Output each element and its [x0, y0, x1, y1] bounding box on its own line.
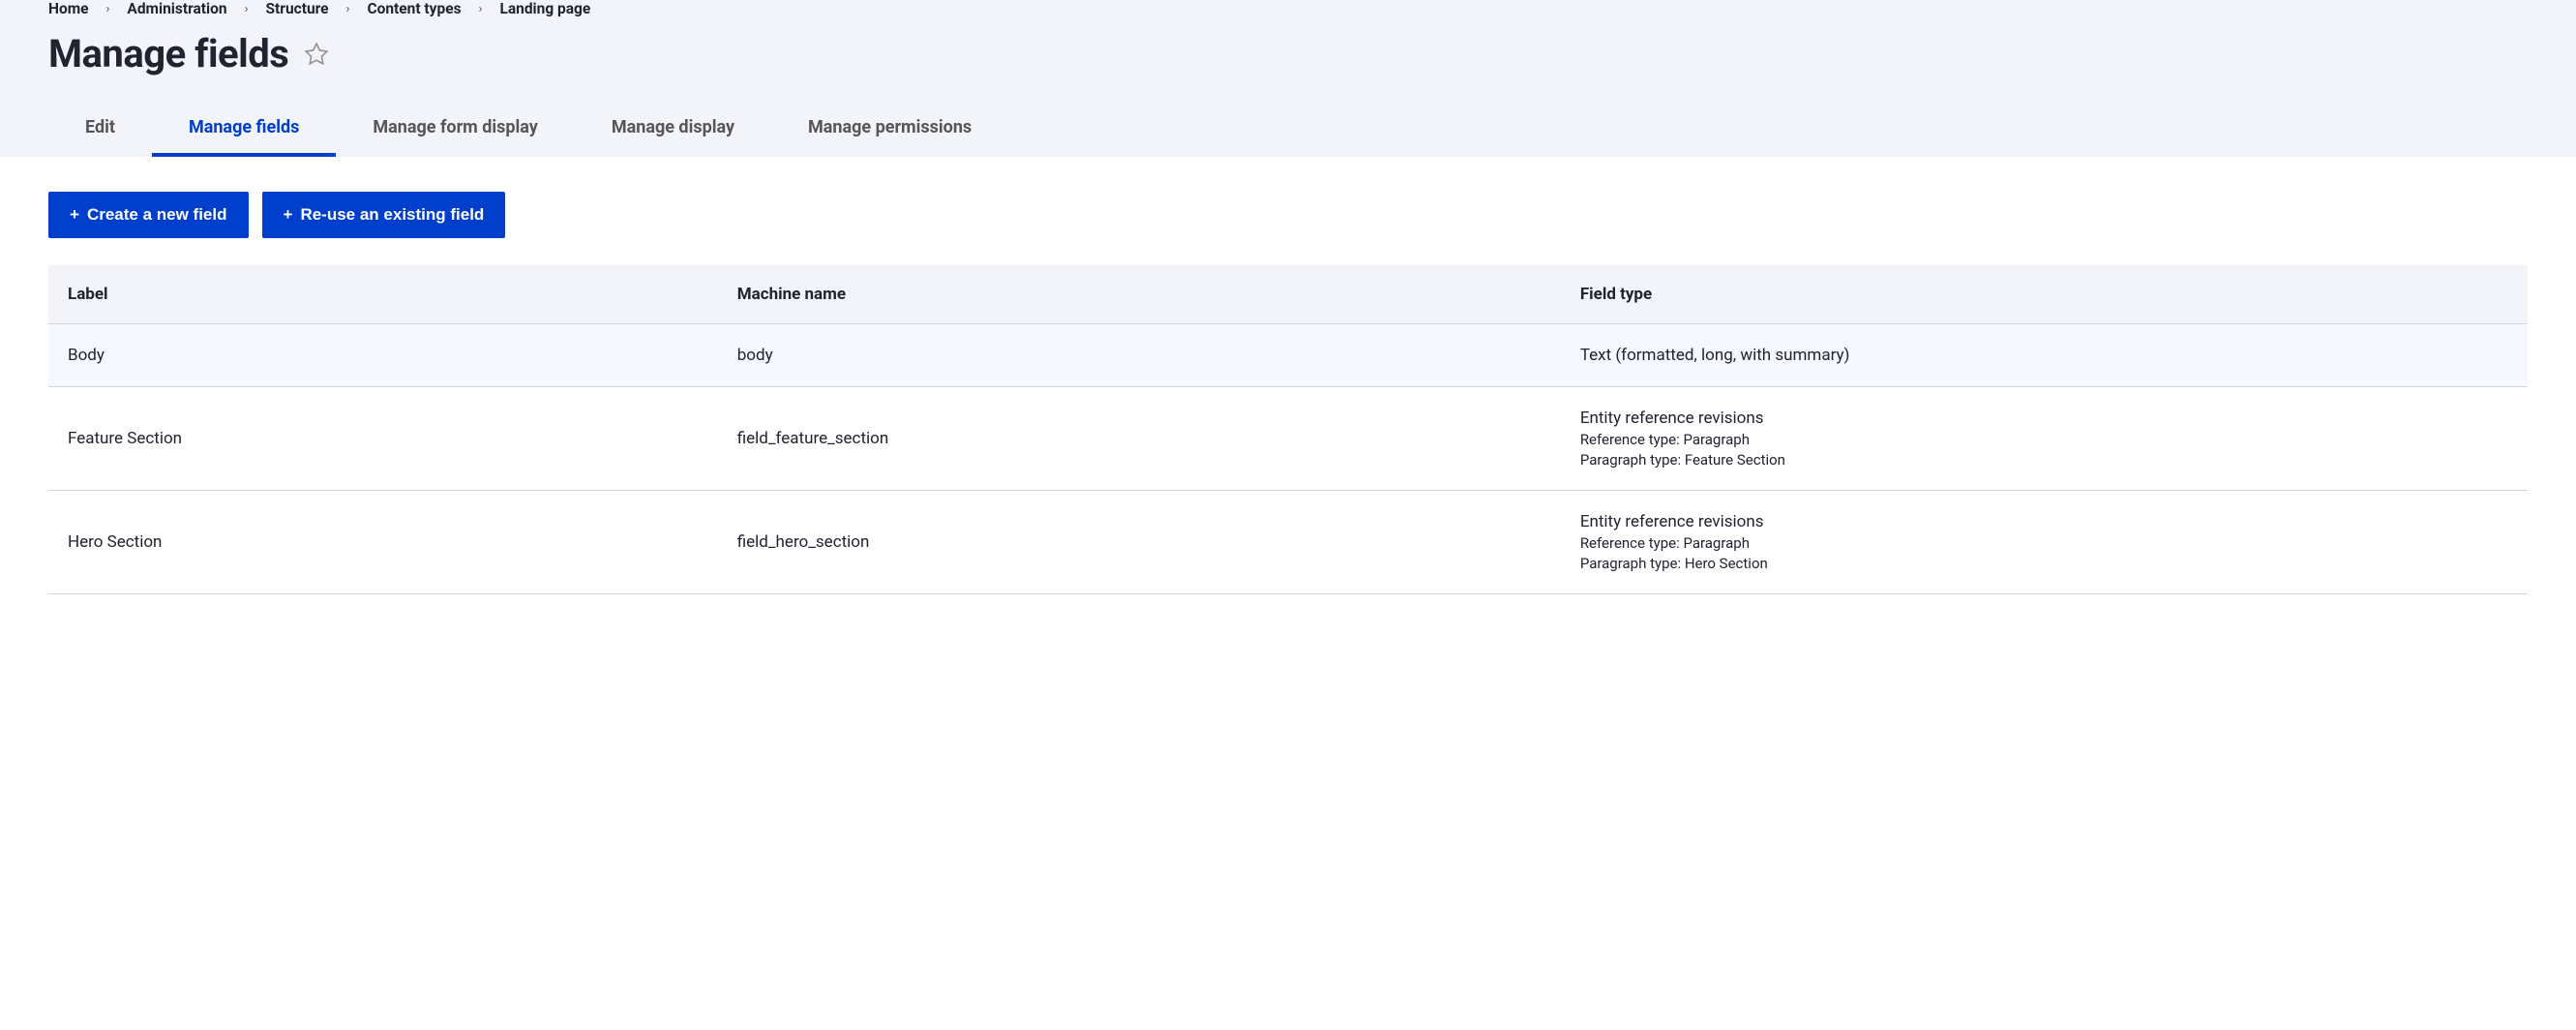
breadcrumb-content-types[interactable]: Content types — [367, 0, 461, 17]
column-header-field-type: Field type — [1561, 265, 2528, 324]
column-header-label: Label — [48, 265, 718, 324]
fields-table: Label Machine name Field type Body body … — [48, 265, 2528, 594]
plus-icon: + — [70, 205, 79, 225]
create-new-field-label: Create a new field — [87, 205, 227, 225]
reuse-existing-field-label: Re-use an existing field — [300, 205, 484, 225]
star-icon[interactable] — [304, 42, 329, 67]
reuse-existing-field-button[interactable]: + Re-use an existing field — [262, 192, 506, 238]
create-new-field-button[interactable]: + Create a new field — [48, 192, 249, 238]
table-row[interactable]: Feature Section field_feature_section En… — [48, 387, 2528, 491]
column-header-machine-name: Machine name — [718, 265, 1561, 324]
field-label: Feature Section — [48, 387, 718, 491]
field-type-main: Entity reference revisions — [1580, 409, 2508, 428]
tab-manage-fields[interactable]: Manage fields — [152, 104, 336, 157]
chevron-right-icon: › — [245, 2, 249, 16]
field-type-reference: Reference type: Paragraph — [1580, 431, 2508, 448]
field-machine-name: body — [718, 324, 1561, 387]
field-machine-name: field_feature_section — [718, 387, 1561, 491]
chevron-right-icon: › — [106, 2, 110, 16]
chevron-right-icon: › — [479, 2, 483, 16]
tab-manage-display[interactable]: Manage display — [575, 104, 771, 157]
field-label: Hero Section — [48, 491, 718, 594]
page-title: Manage fields — [48, 31, 288, 76]
field-type-main: Text (formatted, long, with summary) — [1580, 346, 2508, 365]
field-type-paragraph: Paragraph type: Hero Section — [1580, 555, 2508, 572]
tabs: Edit Manage fields Manage form display M… — [48, 104, 2528, 157]
tab-manage-form-display[interactable]: Manage form display — [336, 104, 574, 157]
breadcrumb-structure[interactable]: Structure — [265, 0, 328, 17]
breadcrumb-landing-page[interactable]: Landing page — [499, 0, 590, 17]
field-label: Body — [48, 324, 718, 387]
field-machine-name: field_hero_section — [718, 491, 1561, 594]
field-type: Entity reference revisions Reference typ… — [1561, 491, 2528, 594]
plus-icon: + — [284, 205, 293, 225]
table-row[interactable]: Body body Text (formatted, long, with su… — [48, 324, 2528, 387]
breadcrumb-administration[interactable]: Administration — [127, 0, 226, 17]
field-type: Entity reference revisions Reference typ… — [1561, 387, 2528, 491]
breadcrumb: Home › Administration › Structure › Cont… — [48, 0, 2528, 31]
table-row[interactable]: Hero Section field_hero_section Entity r… — [48, 491, 2528, 594]
tab-edit[interactable]: Edit — [48, 104, 152, 157]
field-type-main: Entity reference revisions — [1580, 512, 2508, 531]
field-type-paragraph: Paragraph type: Feature Section — [1580, 451, 2508, 469]
field-type-reference: Reference type: Paragraph — [1580, 534, 2508, 552]
breadcrumb-home[interactable]: Home — [48, 0, 89, 17]
tab-manage-permissions[interactable]: Manage permissions — [771, 104, 1008, 157]
field-type: Text (formatted, long, with summary) — [1561, 324, 2528, 387]
chevron-right-icon: › — [346, 2, 350, 16]
